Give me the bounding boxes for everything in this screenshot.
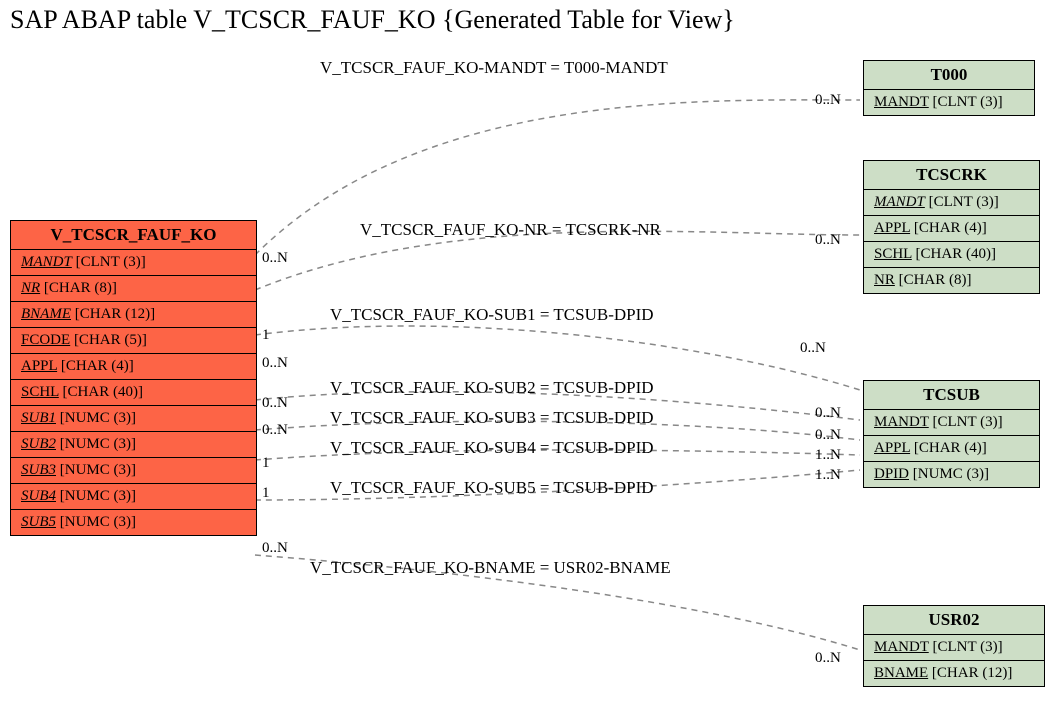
- entity-tcscrk-header: TCSCRK: [864, 161, 1039, 190]
- cardinality: 1..N: [815, 467, 841, 484]
- entity-main-row: SUB2 [NUMC (3)]: [11, 432, 256, 458]
- entity-main: V_TCSCR_FAUF_KO MANDT [CLNT (3)] NR [CHA…: [10, 220, 257, 536]
- cardinality: 0..N: [800, 340, 826, 357]
- entity-tcsub: TCSUB MANDT [CLNT (3)] APPL [CHAR (4)] D…: [863, 380, 1040, 488]
- rel-label: V_TCSCR_FAUF_KO-SUB3 = TCSUB-DPID: [330, 408, 654, 428]
- entity-usr02-row: BNAME [CHAR (12)]: [864, 661, 1044, 686]
- entity-usr02-header: USR02: [864, 606, 1044, 635]
- entity-tcscrk-row: APPL [CHAR (4)]: [864, 216, 1039, 242]
- cardinality: 0..N: [815, 405, 841, 422]
- rel-label: V_TCSCR_FAUF_KO-BNAME = USR02-BNAME: [310, 558, 671, 578]
- entity-main-row: MANDT [CLNT (3)]: [11, 250, 256, 276]
- rel-label: V_TCSCR_FAUF_KO-SUB5 = TCSUB-DPID: [330, 478, 654, 498]
- rel-label: V_TCSCR_FAUF_KO-SUB4 = TCSUB-DPID: [330, 438, 654, 458]
- page-title: SAP ABAP table V_TCSCR_FAUF_KO {Generate…: [10, 5, 735, 35]
- entity-tcsub-row: DPID [NUMC (3)]: [864, 462, 1039, 487]
- entity-tcscrk-row: MANDT [CLNT (3)]: [864, 190, 1039, 216]
- cardinality: 1: [262, 455, 270, 472]
- cardinality: 0..N: [262, 540, 288, 557]
- entity-tcsub-header: TCSUB: [864, 381, 1039, 410]
- cardinality: 0..N: [262, 422, 288, 439]
- cardinality: 0..N: [262, 395, 288, 412]
- cardinality: 1: [262, 327, 270, 344]
- entity-main-row: APPL [CHAR (4)]: [11, 354, 256, 380]
- entity-tcscrk-row: SCHL [CHAR (40)]: [864, 242, 1039, 268]
- entity-main-row: BNAME [CHAR (12)]: [11, 302, 256, 328]
- cardinality: 1: [262, 485, 270, 502]
- entity-t000: T000 MANDT [CLNT (3)]: [863, 60, 1035, 116]
- entity-main-row: SUB5 [NUMC (3)]: [11, 510, 256, 535]
- entity-main-row: FCODE [CHAR (5)]: [11, 328, 256, 354]
- entity-usr02: USR02 MANDT [CLNT (3)] BNAME [CHAR (12)]: [863, 605, 1045, 687]
- entity-tcscrk: TCSCRK MANDT [CLNT (3)] APPL [CHAR (4)] …: [863, 160, 1040, 294]
- cardinality: 1..N: [815, 447, 841, 464]
- entity-t000-header: T000: [864, 61, 1034, 90]
- entity-main-row: SCHL [CHAR (40)]: [11, 380, 256, 406]
- entity-usr02-row: MANDT [CLNT (3)]: [864, 635, 1044, 661]
- entity-t000-row: MANDT [CLNT (3)]: [864, 90, 1034, 115]
- entity-main-row: SUB4 [NUMC (3)]: [11, 484, 256, 510]
- rel-label: V_TCSCR_FAUF_KO-NR = TCSCRK-NR: [360, 220, 661, 240]
- entity-main-row: SUB3 [NUMC (3)]: [11, 458, 256, 484]
- cardinality: 0..N: [815, 92, 841, 109]
- cardinality: 0..N: [262, 355, 288, 372]
- cardinality: 0..N: [815, 427, 841, 444]
- rel-label: V_TCSCR_FAUF_KO-MANDT = T000-MANDT: [320, 58, 668, 78]
- entity-main-header: V_TCSCR_FAUF_KO: [11, 221, 256, 250]
- entity-tcsub-row: MANDT [CLNT (3)]: [864, 410, 1039, 436]
- cardinality: 0..N: [815, 650, 841, 667]
- cardinality: 0..N: [815, 232, 841, 249]
- entity-main-row: NR [CHAR (8)]: [11, 276, 256, 302]
- entity-tcsub-row: APPL [CHAR (4)]: [864, 436, 1039, 462]
- rel-label: V_TCSCR_FAUF_KO-SUB1 = TCSUB-DPID: [330, 305, 654, 325]
- cardinality: 0..N: [262, 250, 288, 267]
- rel-label: V_TCSCR_FAUF_KO-SUB2 = TCSUB-DPID: [330, 378, 654, 398]
- entity-tcscrk-row: NR [CHAR (8)]: [864, 268, 1039, 293]
- entity-main-row: SUB1 [NUMC (3)]: [11, 406, 256, 432]
